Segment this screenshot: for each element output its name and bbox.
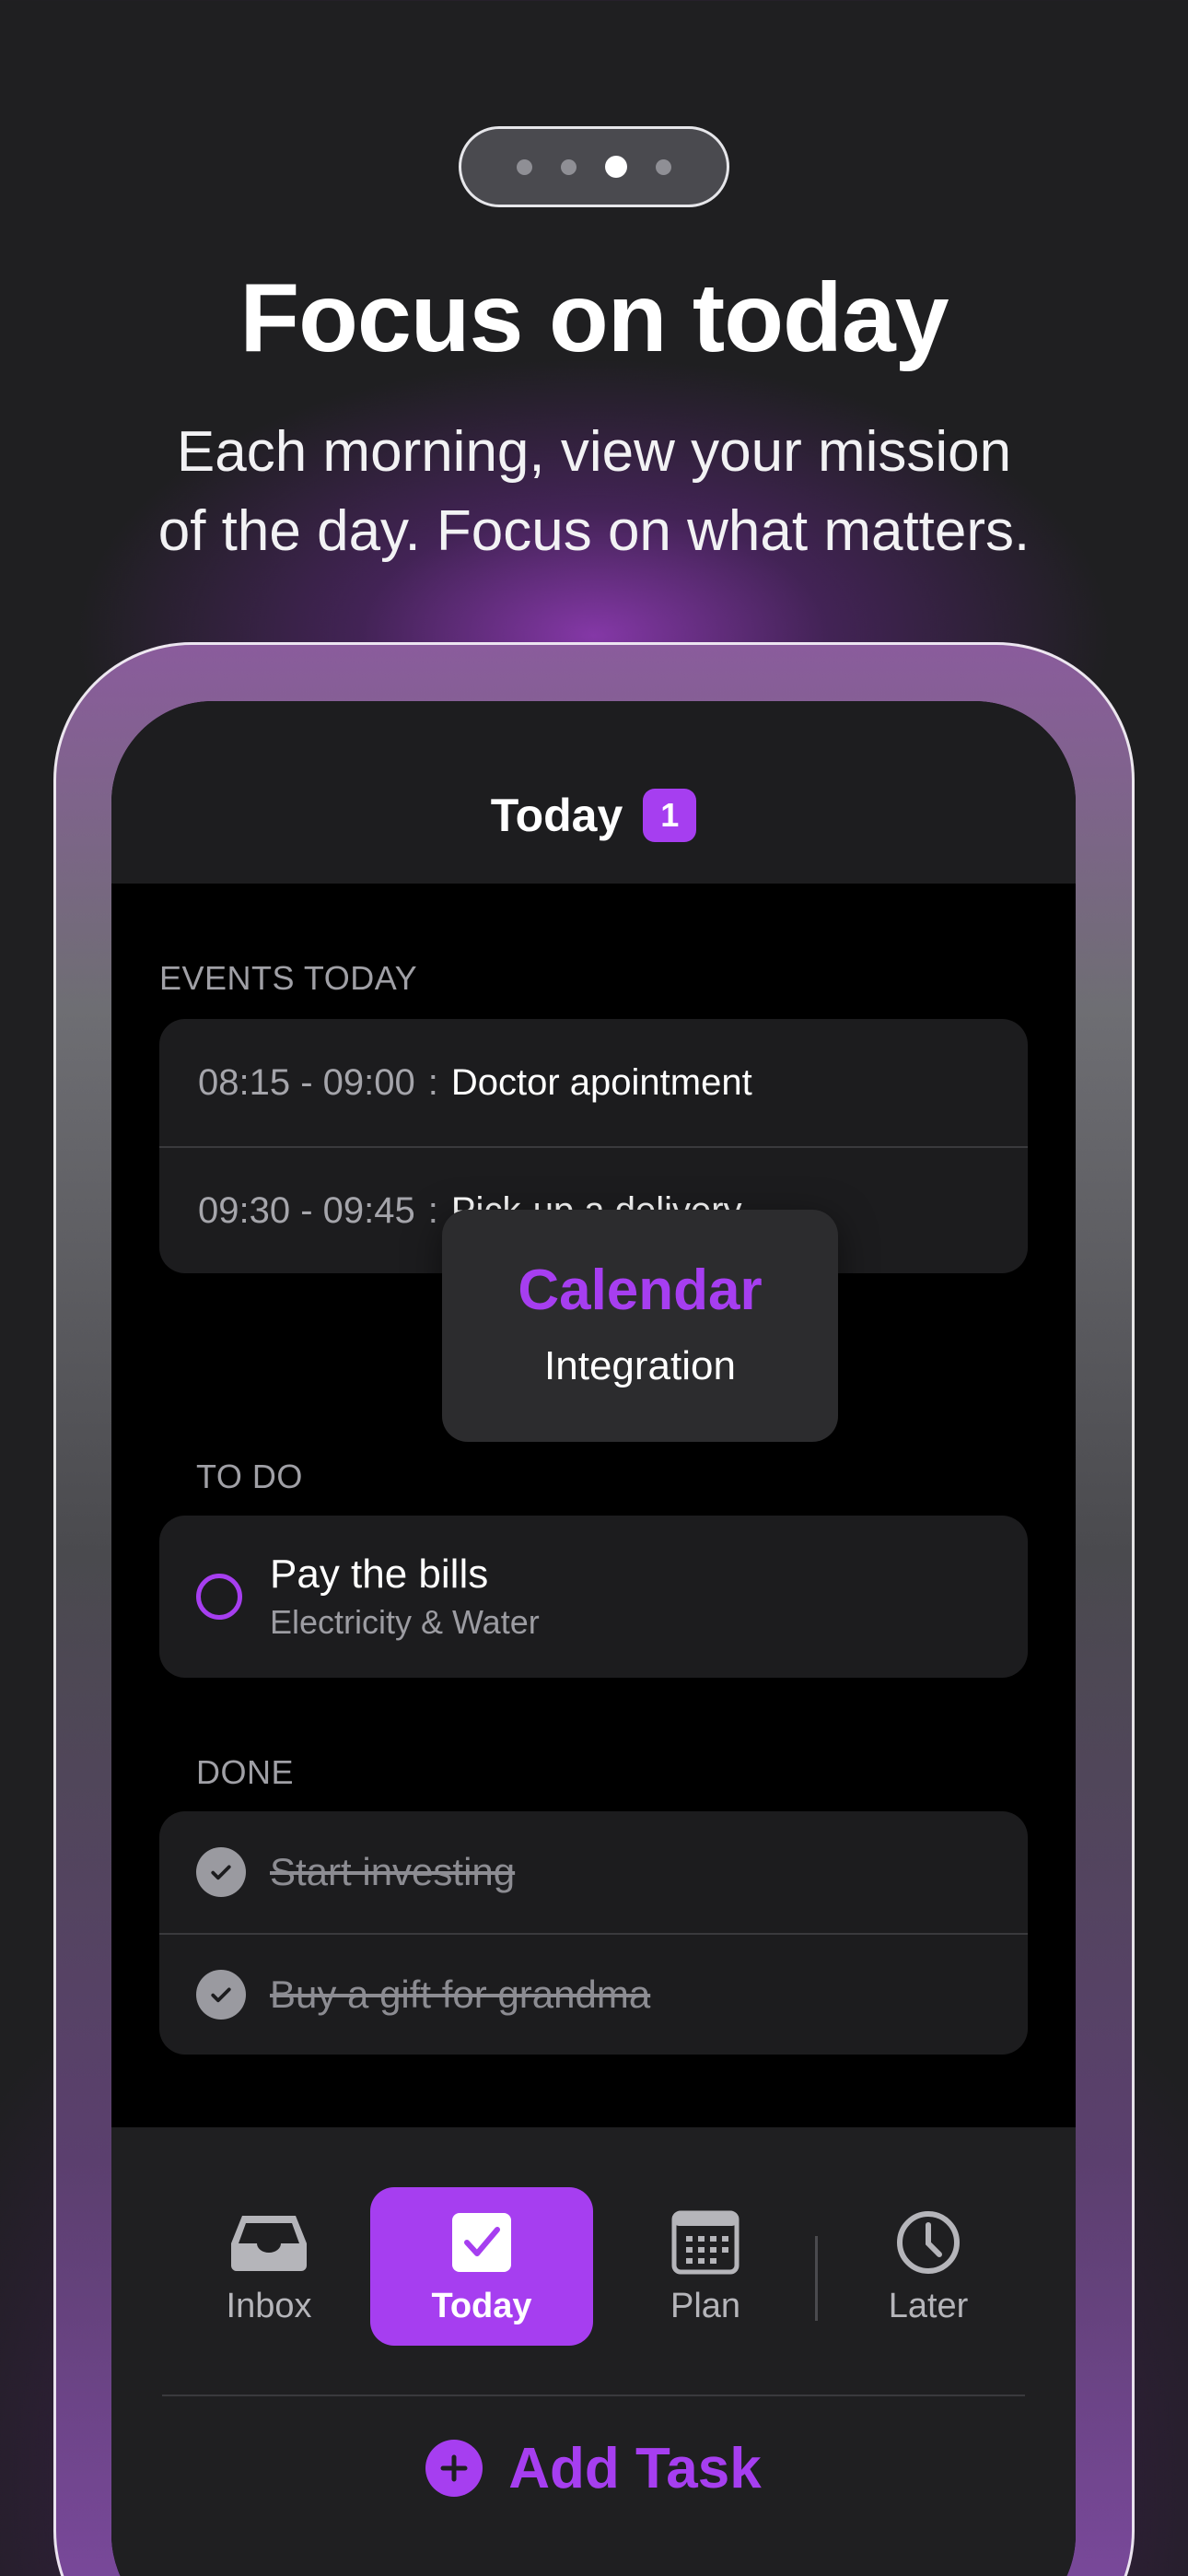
subline: Each morning, view your mission of the d… — [83, 413, 1105, 571]
checkmark-icon[interactable] — [196, 1847, 246, 1897]
event-time: 08:15 - 09:00 — [198, 1061, 415, 1103]
done-row[interactable]: Start investing — [159, 1811, 1028, 1933]
tab-plan[interactable]: Plan — [594, 2187, 817, 2346]
done-section-label: DONE — [196, 1753, 295, 1791]
phone-screen: Today 1 EVENTS TODAY 08:15 - 09:00 : Doc… — [111, 701, 1076, 2576]
headline: Focus on today — [239, 263, 949, 372]
done-row[interactable]: Buy a gift for grandma — [159, 1933, 1028, 2055]
event-time: 09:30 - 09:45 — [198, 1189, 415, 1231]
popup-title: Calendar — [518, 1259, 763, 1322]
todo-text: Pay the bills Electricity & Water — [270, 1551, 540, 1642]
checkmark-icon[interactable] — [196, 1970, 246, 2020]
todo-card: Pay the bills Electricity & Water — [159, 1516, 1028, 1678]
nav-bar: Today 1 — [111, 701, 1076, 884]
tab-label: Inbox — [226, 2287, 312, 2325]
add-task-label: Add Task — [508, 2436, 762, 2500]
clock-icon — [895, 2204, 961, 2281]
calendar-integration-popup: Calendar Integration — [442, 1210, 838, 1442]
todo-row[interactable]: Pay the bills Electricity & Water — [159, 1516, 1028, 1678]
add-task-button[interactable]: Add Task — [111, 2418, 1076, 2519]
todo-section-label: TO DO — [196, 1458, 303, 1495]
done-title: Buy a gift for grandma — [270, 1973, 651, 2016]
page-dot[interactable] — [656, 158, 672, 175]
event-title: Doctor apointment — [450, 1061, 752, 1103]
inbox-icon — [229, 2204, 309, 2281]
page-indicator[interactable] — [459, 126, 729, 207]
popup-subtitle: Integration — [544, 1343, 736, 1388]
tab-label: Later — [888, 2287, 969, 2325]
done-card: Start investing Buy a gift for grandma — [159, 1811, 1028, 2055]
tab-label: Today — [431, 2287, 532, 2325]
events-section-label: EVENTS TODAY — [159, 959, 418, 997]
tab-inbox[interactable]: Inbox — [157, 2187, 380, 2346]
calendar-icon — [671, 2204, 740, 2281]
nav-title-text: Today — [490, 790, 623, 841]
tab-label: Plan — [670, 2287, 741, 2325]
event-row[interactable]: 08:15 - 09:00 : Doctor apointment — [159, 1019, 1028, 1146]
plus-circle-icon — [425, 2440, 483, 2497]
todo-checkbox[interactable] — [196, 1574, 242, 1620]
event-separator: : — [427, 1061, 438, 1103]
page-dot[interactable] — [560, 158, 577, 175]
event-separator: : — [427, 1189, 438, 1231]
checkbox-icon — [450, 2204, 513, 2281]
subline-line-2: of the day. Focus on what matters. — [157, 499, 1031, 563]
page-dot-active[interactable] — [605, 156, 628, 178]
done-title: Start investing — [270, 1850, 516, 1893]
todo-title: Pay the bills — [270, 1551, 489, 1597]
todo-subtitle: Electricity & Water — [270, 1603, 540, 1641]
page-dot[interactable] — [516, 158, 532, 175]
tab-bar-divider — [162, 2395, 1025, 2396]
count-badge: 1 — [643, 789, 697, 842]
nav-title: Today 1 — [111, 789, 1076, 842]
tab-later[interactable]: Later — [817, 2187, 1040, 2346]
tab-today[interactable]: Today — [370, 2187, 593, 2346]
subline-line-1: Each morning, view your mission — [176, 420, 1012, 484]
